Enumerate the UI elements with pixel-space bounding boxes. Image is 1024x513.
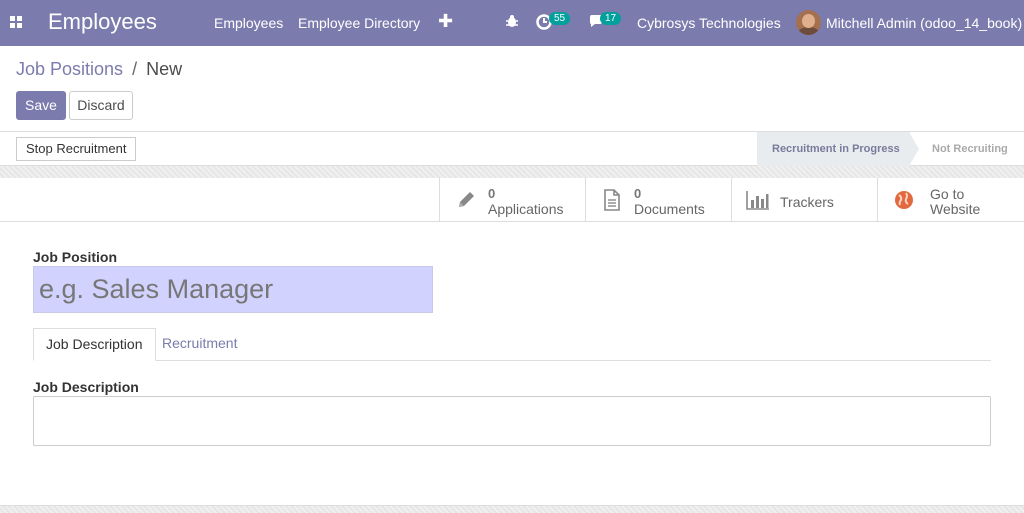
activity-count-badge: 55	[549, 12, 571, 25]
form-statusbar: Stop Recruitment Recruitment in Progress…	[0, 131, 1024, 166]
go-to-website-smart-button[interactable]: Go to Website	[877, 178, 1024, 222]
company-switcher[interactable]: Cybrosys Technologies	[637, 15, 781, 31]
stop-recruitment-button[interactable]: Stop Recruitment	[16, 137, 137, 161]
message-count-badge: 17	[600, 12, 622, 25]
smart-buttons-row: 0 Applications 0 Documents Trackers Go t…	[0, 178, 1024, 222]
discard-button[interactable]: Discard	[69, 91, 133, 120]
stage-arrow	[909, 132, 919, 166]
documents-label: Documents	[634, 201, 705, 217]
website-label-line1: Go to	[930, 186, 965, 202]
user-avatar[interactable]	[796, 10, 821, 35]
menu-employees[interactable]: Employees	[214, 15, 283, 31]
applications-count: 0	[488, 186, 496, 201]
applications-smart-button[interactable]: 0 Applications	[439, 178, 585, 222]
sheet-bottom-edge	[0, 505, 1024, 513]
pencil-icon	[459, 192, 474, 207]
documents-smart-button[interactable]: 0 Documents	[585, 178, 731, 222]
top-navbar: Employees Employees Employee Directory ✚…	[0, 0, 1024, 46]
bar-chart-icon	[746, 191, 769, 210]
website-label-line2: Website	[930, 201, 981, 217]
debug-bug-icon[interactable]	[506, 14, 518, 28]
stage-not-recruiting[interactable]: Not Recruiting	[932, 132, 1008, 166]
documents-count: 0	[634, 186, 642, 201]
globe-icon	[895, 191, 913, 209]
breadcrumb: Job Positions / New	[16, 59, 182, 80]
breadcrumb-job-positions[interactable]: Job Positions	[16, 59, 123, 79]
job-description-editor[interactable]	[33, 396, 991, 446]
document-icon	[604, 189, 620, 211]
plus-icon[interactable]: ✚	[438, 11, 453, 32]
breadcrumb-current: New	[146, 59, 183, 79]
job-description-label: Job Description	[33, 379, 139, 395]
stage-recruitment-in-progress[interactable]: Recruitment in Progress	[757, 132, 910, 166]
apps-menu-icon[interactable]	[10, 16, 22, 28]
breadcrumb-separator: /	[132, 59, 138, 79]
form-sheet: 0 Applications 0 Documents Trackers Go t…	[0, 178, 1024, 508]
trackers-label: Trackers	[780, 194, 834, 210]
job-position-label: Job Position	[33, 249, 117, 265]
user-menu[interactable]: Mitchell Admin (odoo_14_book)	[826, 15, 1022, 31]
tab-recruitment[interactable]: Recruitment	[150, 328, 249, 361]
job-position-input[interactable]: e.g. Sales Manager	[33, 266, 433, 313]
form-notebook-tabs: Job Description Recruitment	[33, 328, 991, 361]
save-button[interactable]: Save	[16, 91, 66, 120]
sheet-background	[0, 166, 1024, 178]
applications-label: Applications	[488, 201, 564, 217]
tab-job-description[interactable]: Job Description	[33, 328, 156, 361]
trackers-smart-button[interactable]: Trackers	[731, 178, 877, 222]
menu-employee-directory[interactable]: Employee Directory	[298, 15, 420, 31]
app-title[interactable]: Employees	[48, 9, 157, 35]
